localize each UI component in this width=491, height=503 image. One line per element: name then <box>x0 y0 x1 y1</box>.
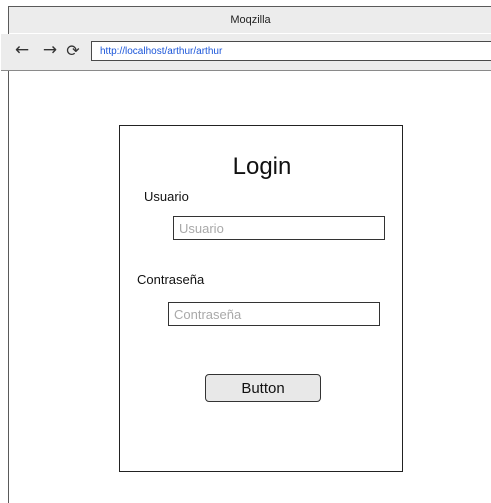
password-input[interactable] <box>168 302 380 326</box>
username-label: Usuario <box>144 189 189 204</box>
login-title: Login <box>232 153 292 180</box>
window-title: Moqzilla <box>230 14 271 26</box>
submit-button[interactable]: Button <box>205 374 321 402</box>
url-text: http://localhost/arthur/arthur <box>100 45 223 57</box>
username-input[interactable] <box>173 216 385 240</box>
browser-window: Moqzilla ← → ⟳ http://localhost/arthur/a… <box>1 6 491 503</box>
title-bar: Moqzilla <box>9 7 491 33</box>
password-label: Contraseña <box>137 272 205 287</box>
arrow-left-icon[interactable]: ← <box>13 40 31 60</box>
reload-icon[interactable]: ⟳ <box>64 40 82 60</box>
login-panel: Login Usuario Contraseña Button <box>119 125 403 472</box>
page-content: Login Usuario Contraseña Button <box>9 71 491 503</box>
browser-toolbar: ← → ⟳ http://localhost/arthur/arthur <box>1 34 491 71</box>
address-bar[interactable]: http://localhost/arthur/arthur <box>91 41 491 61</box>
arrow-right-icon[interactable]: → <box>41 40 59 60</box>
